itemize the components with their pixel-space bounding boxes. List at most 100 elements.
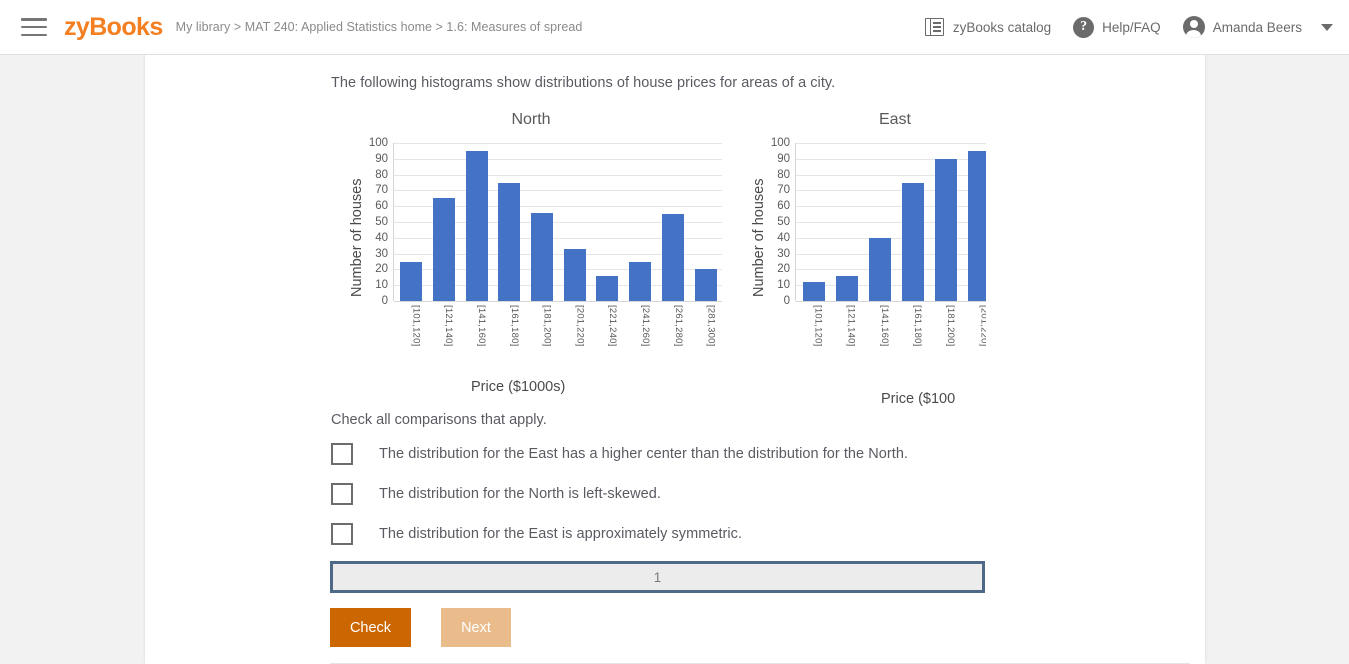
progress-bar[interactable]: 1 [330, 561, 985, 593]
check-all-prompt: Check all comparisons that apply. [331, 412, 547, 428]
chart-east-bars [797, 143, 986, 301]
histogram-bar [967, 150, 986, 301]
y-axis-tick: 90 [375, 152, 388, 165]
y-axis-tick: 20 [375, 263, 388, 276]
chart-north: North Number of houses 100 90 80 70 60 50 40 30… [331, 101, 731, 450]
y-axis-tick: 70 [777, 184, 790, 197]
choice-row-2[interactable]: The distribution for the North is left-s… [331, 483, 661, 505]
y-axis-tick: 100 [368, 137, 388, 149]
histogram-bar [661, 214, 684, 301]
x-axis-tick: [161,180] [508, 305, 520, 347]
x-axis-tick: [221,240] [607, 305, 619, 347]
histogram-bar [531, 212, 554, 301]
page-background: The following histograms show distributi… [0, 55, 1349, 664]
x-axis-tick: [141,160] [475, 305, 487, 347]
histogram-bar [465, 150, 488, 301]
y-axis-tick: 0 [381, 295, 388, 307]
choice-label-2: The distribution for the North is left-s… [379, 486, 661, 502]
histogram-bar [563, 248, 586, 301]
top-navigation-bar: zyBooks My library > MAT 240: Applied St… [0, 0, 1349, 55]
zybooks-catalog-link[interactable]: zyBooks catalog [914, 17, 1062, 37]
y-axis-tick: 90 [777, 152, 790, 165]
choice-label-3: The distribution for the East is approxi… [379, 526, 743, 542]
gridline [394, 301, 722, 302]
y-axis-tick: 60 [777, 200, 790, 213]
chevron-down-icon[interactable] [1321, 23, 1333, 31]
y-axis-tick: 50 [375, 216, 388, 228]
chart-east-xticks: [101,120] [121,140] [141,160] [161,180] [181… [796, 305, 986, 373]
zybooks-logo[interactable]: zyBooks [64, 12, 163, 41]
x-axis-tick: [161,180] [912, 305, 924, 347]
y-axis-tick: 80 [777, 168, 790, 181]
x-axis-tick: [181,200] [945, 305, 957, 347]
y-axis-tick: 30 [777, 247, 790, 260]
x-axis-tick: [201,220] [978, 305, 986, 347]
y-axis-tick: 0 [783, 295, 790, 307]
choice-row-3[interactable]: The distribution for the East is approxi… [331, 523, 742, 545]
x-axis-tick: [101,120] [812, 305, 824, 347]
chart-east-xlabel: Price ($100 [881, 391, 956, 407]
top-bar-right-actions: zyBooks catalog ? Help/FAQ Amanda Beers [914, 16, 1335, 38]
histogram-bar [596, 275, 619, 301]
histogram-bar [694, 269, 717, 301]
histogram-bar [934, 158, 957, 301]
y-axis-tick: 80 [375, 168, 388, 181]
x-axis-tick: [141,160] [878, 305, 890, 347]
y-axis-tick: 10 [375, 279, 388, 292]
check-button[interactable]: Check [330, 608, 411, 647]
chart-north-xticks: [101,120] [121,140] [141,160] [161,180] [181… [394, 305, 722, 373]
x-axis-tick: [101,120] [410, 305, 422, 347]
chart-north-plot-area: 100 90 80 70 60 50 40 30 20 10 0 [369, 137, 722, 307]
checkbox-choice-1[interactable] [331, 443, 353, 465]
chart-east-plot-area: 100 90 80 70 60 50 40 30 20 10 0 [771, 137, 986, 307]
x-axis-tick: [281,300] [705, 305, 717, 347]
y-axis-tick: 10 [777, 279, 790, 292]
chart-north-bars [395, 143, 722, 301]
content-panel: The following histograms show distributi… [145, 55, 1205, 664]
chart-north-xlabel: Price ($1000s) [471, 379, 566, 395]
y-axis-tick: 30 [375, 247, 388, 260]
histogram-bar [802, 282, 825, 301]
x-axis-tick: [241,260] [639, 305, 651, 347]
logo-text-zy: zy [64, 12, 90, 41]
x-axis-tick: [201,220] [574, 305, 586, 347]
user-name-label: Amanda Beers [1212, 19, 1302, 35]
y-axis-tick: 40 [375, 231, 388, 244]
histogram-bar [629, 261, 652, 301]
choice-row-1[interactable]: The distribution for the East has a high… [331, 443, 908, 465]
histogram-bar [433, 198, 456, 301]
chart-east-title: East [878, 111, 911, 128]
histogram-bar [498, 182, 521, 301]
y-axis-tick: 20 [777, 263, 790, 276]
x-axis-tick: [181,200] [541, 305, 553, 347]
catalog-label: zyBooks catalog [952, 19, 1052, 35]
checkbox-choice-3[interactable] [331, 523, 353, 545]
gridline [796, 301, 986, 302]
help-icon: ? [1073, 16, 1095, 38]
next-button[interactable]: Next [441, 608, 511, 647]
catalog-icon [924, 17, 945, 37]
chart-north-ylabel: Number of houses [349, 178, 365, 297]
progress-bar-value: 1 [653, 569, 662, 585]
histogram-bar [400, 261, 423, 301]
y-axis-tick: 70 [375, 184, 388, 197]
histogram-bar [835, 275, 858, 301]
choice-label-1: The distribution for the East has a high… [379, 446, 909, 462]
help-faq-link[interactable]: ? Help/FAQ [1062, 16, 1172, 38]
histogram-bar [868, 237, 891, 301]
breadcrumb[interactable]: My library > MAT 240: Applied Statistics… [176, 20, 583, 34]
hamburger-menu-icon[interactable] [21, 18, 47, 36]
question-text: The following histograms show distributi… [331, 75, 836, 91]
help-label: Help/FAQ [1102, 19, 1161, 35]
chart-east-ylabel: Number of houses [751, 178, 767, 297]
y-axis-tick: 50 [777, 216, 790, 228]
logo-text-books: Books [89, 12, 163, 41]
x-axis-tick: [261,280] [672, 305, 684, 347]
checkbox-choice-2[interactable] [331, 483, 353, 505]
avatar-icon [1182, 16, 1205, 38]
user-account-menu[interactable]: Amanda Beers [1172, 16, 1313, 38]
chart-north-title: North [511, 111, 551, 128]
y-axis-tick: 100 [770, 137, 790, 149]
chart-east: East Number of houses 100 90 80 70 60 50 40 30 2… [731, 101, 986, 450]
x-axis-tick: [121,140] [845, 305, 857, 347]
